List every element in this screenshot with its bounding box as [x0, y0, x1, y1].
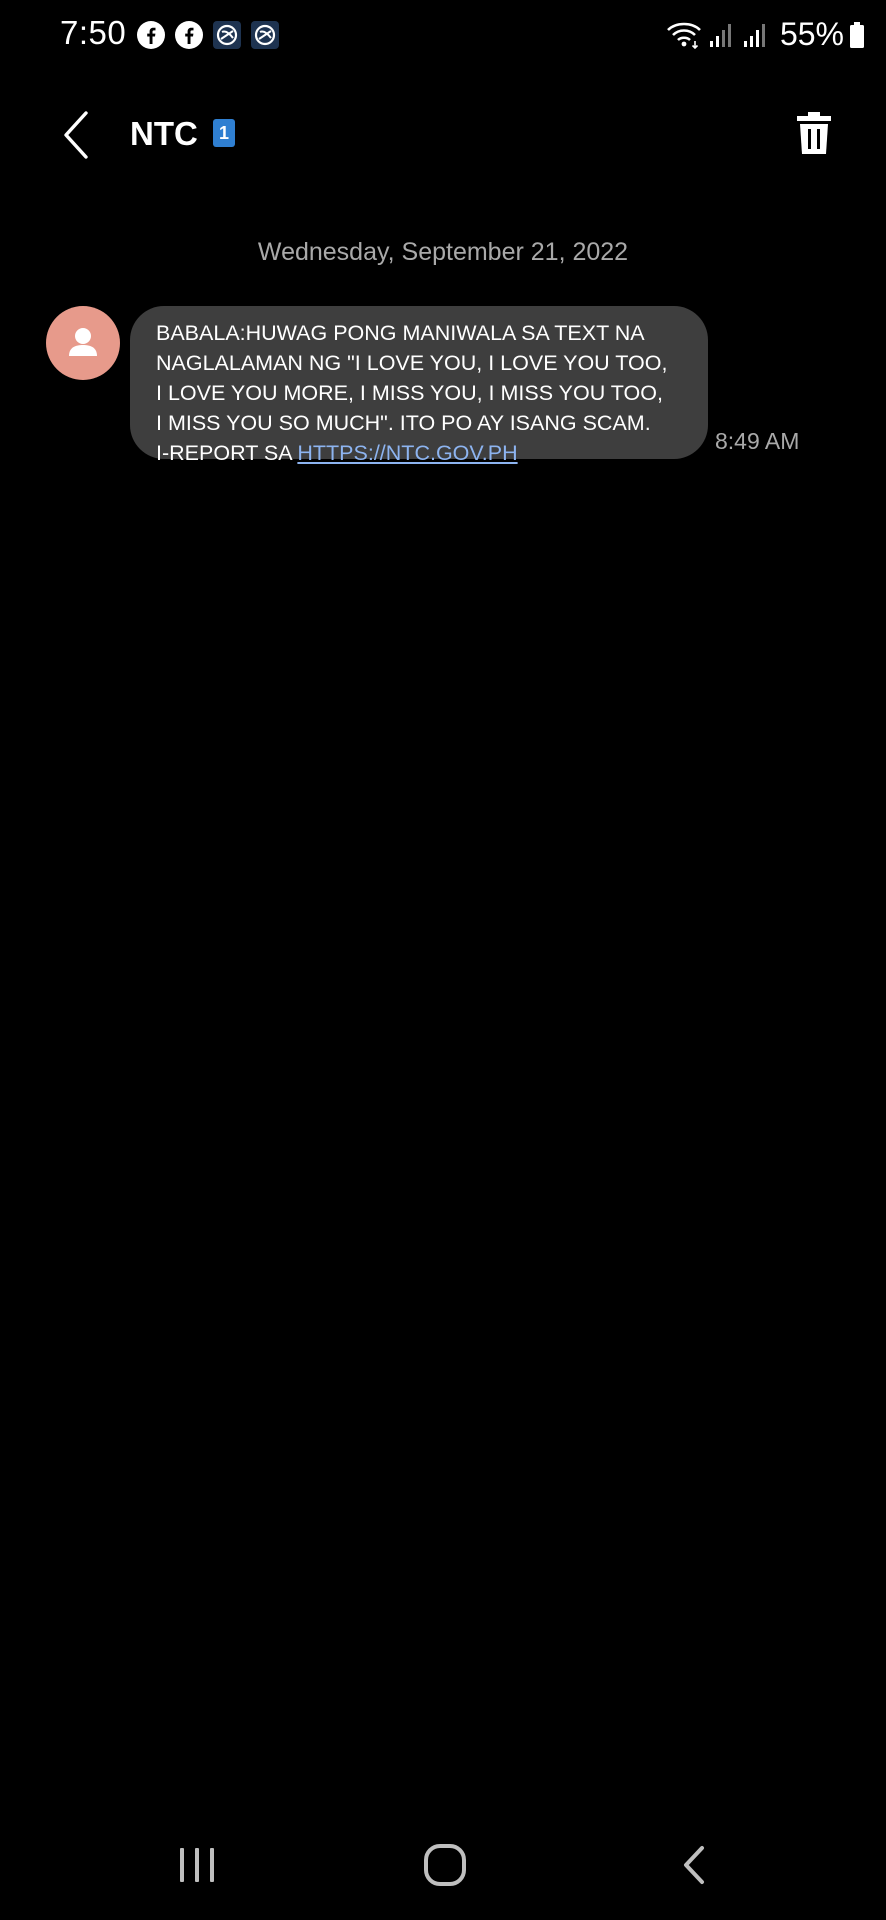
recents-button[interactable] [174, 1840, 220, 1895]
status-bar: 7:50 55% [0, 0, 886, 70]
sim-badge: 1 [213, 119, 235, 147]
battery-icon [850, 21, 864, 48]
message-text: BABALA:HUWAG PONG MANIWALA SA TEXT NA NA… [156, 318, 688, 468]
app-notification-icon [251, 21, 279, 49]
trash-icon [797, 112, 831, 154]
message-timestamp: 8:49 AM [715, 428, 800, 454]
avatar[interactable] [46, 306, 120, 380]
facebook-icon [137, 21, 165, 49]
contact-name[interactable]: NTC [130, 115, 198, 153]
back-icon [684, 1846, 704, 1884]
signal-icon [709, 23, 731, 47]
message-link[interactable]: HTTPS://NTC.GOV.PH [297, 441, 517, 465]
app-notification-icon [213, 21, 241, 49]
home-icon [424, 1844, 466, 1886]
wifi-icon [667, 22, 701, 49]
notification-icons [136, 20, 280, 50]
facebook-icon [175, 21, 203, 49]
home-button[interactable] [422, 1840, 468, 1895]
signal-icon [743, 23, 765, 47]
message-bubble[interactable]: BABALA:HUWAG PONG MANIWALA SA TEXT NA NA… [130, 306, 708, 465]
system-icons: 55% [666, 16, 864, 53]
conversation-header: NTC 1 [0, 95, 886, 175]
nav-back-button[interactable] [672, 1840, 718, 1895]
status-time: 7:50 [60, 14, 127, 51]
delete-button[interactable] [794, 109, 834, 157]
recents-icon [180, 1848, 214, 1882]
back-button[interactable] [56, 107, 96, 163]
navigation-bar [0, 1830, 886, 1900]
date-divider: Wednesday, September 21, 2022 [257, 238, 629, 266]
chevron-left-icon [64, 111, 88, 159]
person-icon [69, 328, 97, 356]
battery-percentage: 55% [779, 16, 844, 52]
